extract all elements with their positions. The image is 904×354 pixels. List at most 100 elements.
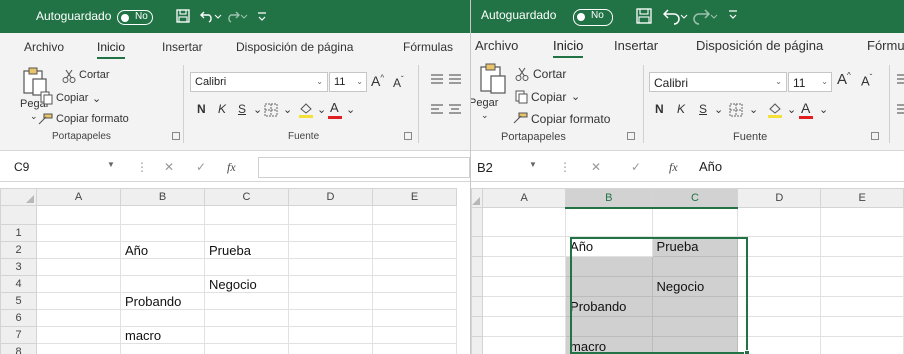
cell[interactable]	[204, 224, 289, 242]
save-icon[interactable]	[176, 9, 190, 23]
cell[interactable]	[482, 207, 567, 237]
clipboard-launcher-icon[interactable]	[172, 132, 180, 140]
row-header[interactable]	[471, 336, 484, 354]
undo-icon[interactable]	[200, 9, 222, 23]
copy-label[interactable]: Copiar	[531, 90, 566, 104]
fill-dropdown-icon[interactable]: ⌄	[317, 103, 326, 116]
align-left-icon[interactable]	[896, 103, 904, 115]
cell[interactable]	[565, 316, 653, 337]
format-painter-label[interactable]: Copiar formato	[56, 113, 129, 125]
tab-insertar[interactable]: Insertar	[614, 38, 658, 53]
enter-icon[interactable]: ✓	[196, 160, 206, 174]
row-header[interactable]	[471, 316, 484, 337]
cell[interactable]: Negocio	[651, 276, 739, 297]
borders-dropdown-icon[interactable]: ⌄	[749, 103, 758, 116]
format-painter-icon[interactable]	[513, 111, 529, 125]
cell[interactable]	[820, 207, 904, 237]
cell[interactable]	[288, 292, 373, 310]
name-box-dropdown-icon[interactable]: ▼	[529, 160, 537, 169]
column-header[interactable]: D	[737, 188, 822, 208]
row-header[interactable]	[471, 276, 484, 297]
cell[interactable]	[737, 236, 822, 257]
cell[interactable]	[120, 205, 205, 225]
font-color-icon[interactable]: A	[330, 100, 339, 115]
cell[interactable]	[288, 343, 373, 354]
underline-dropdown-icon[interactable]: ⌄	[253, 103, 262, 116]
tab-archivo[interactable]: Archivo	[24, 40, 64, 54]
borders-icon[interactable]	[729, 103, 743, 117]
font-color-dropdown-icon[interactable]: ⌄	[346, 103, 355, 116]
align-top-icon[interactable]	[430, 73, 444, 85]
row-header[interactable]: 3	[0, 258, 37, 276]
cell[interactable]	[820, 316, 904, 337]
row-header[interactable]	[471, 256, 484, 277]
column-header[interactable]: A	[36, 188, 121, 206]
row-header[interactable]: 1	[0, 224, 37, 242]
row-header[interactable]: 4	[0, 275, 37, 293]
cell[interactable]	[737, 296, 822, 317]
bold-button[interactable]: N	[197, 102, 206, 116]
row-header[interactable]: 7	[0, 326, 37, 344]
cell[interactable]	[651, 207, 739, 237]
align-center-icon[interactable]	[448, 103, 462, 115]
cell[interactable]	[737, 256, 822, 277]
tab-inicio[interactable]: Inicio	[97, 40, 126, 59]
decrease-font-icon[interactable]: Aˇ	[393, 75, 404, 90]
cell[interactable]	[204, 205, 289, 225]
cell[interactable]	[36, 309, 121, 327]
italic-button[interactable]: K	[218, 102, 226, 116]
name-box[interactable]: C9	[8, 157, 118, 178]
cell[interactable]	[737, 316, 822, 337]
font-size-box[interactable]: 11 ⌄	[788, 72, 832, 92]
font-name-box[interactable]: Calibri ⌄	[190, 72, 328, 92]
cell[interactable]	[565, 276, 653, 297]
autosave-toggle[interactable]: No	[573, 9, 613, 26]
cancel-icon[interactable]: ✕	[164, 160, 174, 174]
select-all-corner[interactable]	[471, 188, 484, 208]
cell[interactable]	[565, 256, 653, 277]
cell[interactable]	[36, 258, 121, 276]
paste-icon[interactable]	[479, 63, 507, 95]
cell[interactable]	[651, 316, 739, 337]
cell[interactable]	[204, 343, 289, 354]
tab-formulas[interactable]: Fórmu	[867, 38, 904, 53]
cell[interactable]	[120, 224, 205, 242]
row-header[interactable]	[471, 296, 484, 317]
cell[interactable]: Probando	[120, 292, 205, 310]
cell[interactable]	[482, 296, 567, 317]
cell[interactable]: Probando	[565, 296, 653, 317]
cell[interactable]	[372, 258, 457, 276]
fill-color-icon[interactable]	[767, 101, 783, 119]
tab-disposicion[interactable]: Disposición de página	[696, 38, 823, 53]
cell[interactable]	[820, 336, 904, 354]
cell[interactable]	[372, 309, 457, 327]
function-icon[interactable]: fx	[669, 160, 678, 175]
tab-disposicion[interactable]: Disposición de página	[236, 40, 353, 54]
copy-label[interactable]: Copiar	[56, 92, 88, 104]
redo-icon[interactable]	[226, 9, 248, 23]
cell[interactable]	[36, 343, 121, 354]
cell[interactable]: Año	[120, 241, 205, 259]
column-header[interactable]: C	[204, 188, 289, 206]
cell[interactable]	[372, 241, 457, 259]
column-header[interactable]: B	[565, 188, 653, 209]
copy-icon[interactable]	[40, 91, 54, 105]
cell[interactable]	[482, 316, 567, 337]
cell[interactable]: Prueba	[204, 241, 289, 259]
row-header[interactable]	[471, 207, 484, 237]
align-middle-icon[interactable]	[448, 73, 462, 85]
function-icon[interactable]: fx	[227, 160, 236, 175]
cell[interactable]	[36, 326, 121, 344]
row-header[interactable]: 5	[0, 292, 37, 310]
column-header[interactable]: E	[820, 188, 904, 208]
copy-dropdown-icon[interactable]: ⌄	[92, 92, 101, 105]
cell[interactable]	[820, 276, 904, 297]
cell[interactable]: Año	[565, 236, 653, 257]
cancel-icon[interactable]: ✕	[591, 160, 601, 174]
paste-dropdown-icon[interactable]: ⌄	[481, 110, 489, 121]
column-header[interactable]: D	[288, 188, 373, 206]
cell[interactable]	[372, 275, 457, 293]
save-icon[interactable]	[636, 8, 652, 24]
cell[interactable]: macro	[565, 336, 653, 354]
cell[interactable]	[36, 275, 121, 293]
